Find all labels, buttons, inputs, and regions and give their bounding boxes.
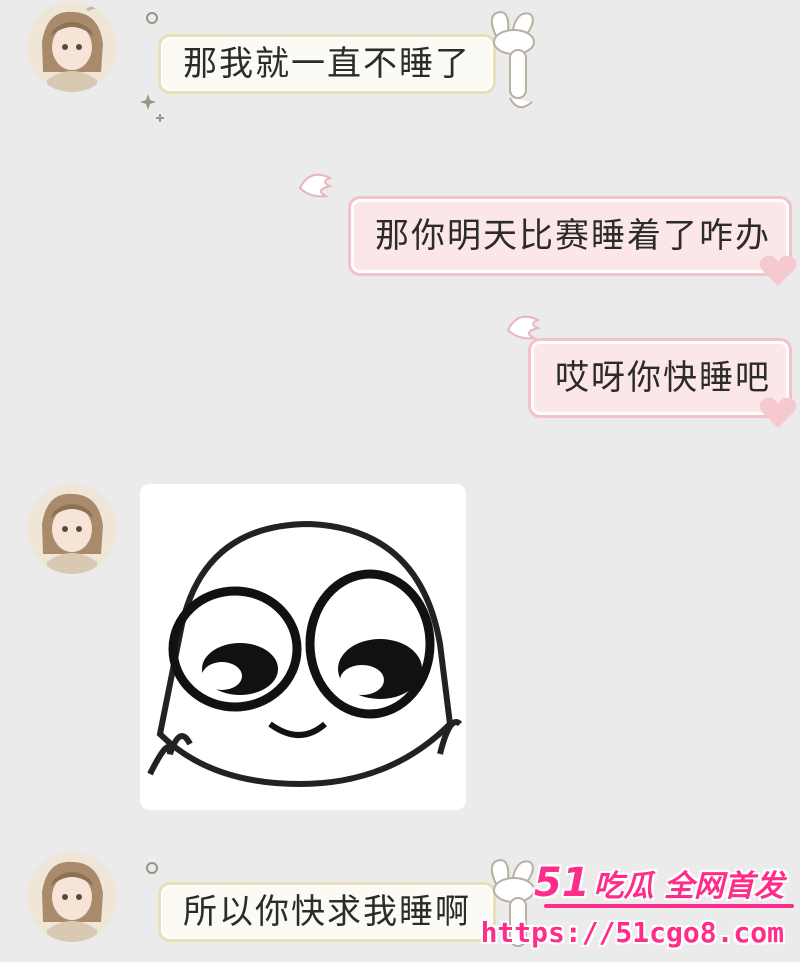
contact-avatar[interactable] (27, 852, 117, 942)
wing-decoration-icon (506, 315, 542, 340)
message-bubble[interactable]: 那你明天比赛睡着了咋办 (348, 196, 792, 276)
message-bubble[interactable]: 哎呀你快睡吧 (528, 338, 792, 418)
contact-avatar[interactable] (27, 2, 117, 92)
message-text: 那我就一直不睡了 (183, 44, 471, 84)
anime-avatar-icon (27, 2, 117, 92)
message-bubble[interactable]: 所以你快求我睡啊 (158, 882, 496, 942)
cute-crying-face-sticker-icon (140, 484, 466, 810)
wing-decoration-icon (298, 173, 334, 198)
heart-decoration-icon (759, 397, 797, 428)
sparkle-icon (146, 12, 158, 24)
message-text: 所以你快求我睡啊 (183, 892, 471, 932)
watermark-url: https://51cgo8.com (480, 916, 784, 949)
watermark: 51 吃瓜 全网首发 https://51cgo8.com (481, 850, 794, 962)
watermark-brand: 51 吃瓜 全网首发 (534, 860, 784, 906)
sparkle-icon (146, 862, 158, 874)
heart-decoration-icon (759, 255, 797, 286)
watermark-brand-number: 51 (533, 860, 590, 906)
sticker-message[interactable] (140, 484, 466, 810)
star-icon (140, 94, 164, 122)
message-bubble[interactable]: 那我就一直不睡了 (158, 34, 496, 94)
message-text: 那你明天比赛睡着了咋办 (375, 216, 771, 256)
contact-avatar[interactable] (27, 484, 117, 574)
watermark-brand-text: 吃瓜 全网首发 (593, 869, 784, 904)
bunny-decoration-icon (490, 10, 535, 109)
message-text: 哎呀你快睡吧 (555, 358, 771, 398)
anime-avatar-icon (27, 852, 117, 942)
anime-avatar-icon (27, 484, 117, 574)
watermark-underline (544, 904, 794, 908)
